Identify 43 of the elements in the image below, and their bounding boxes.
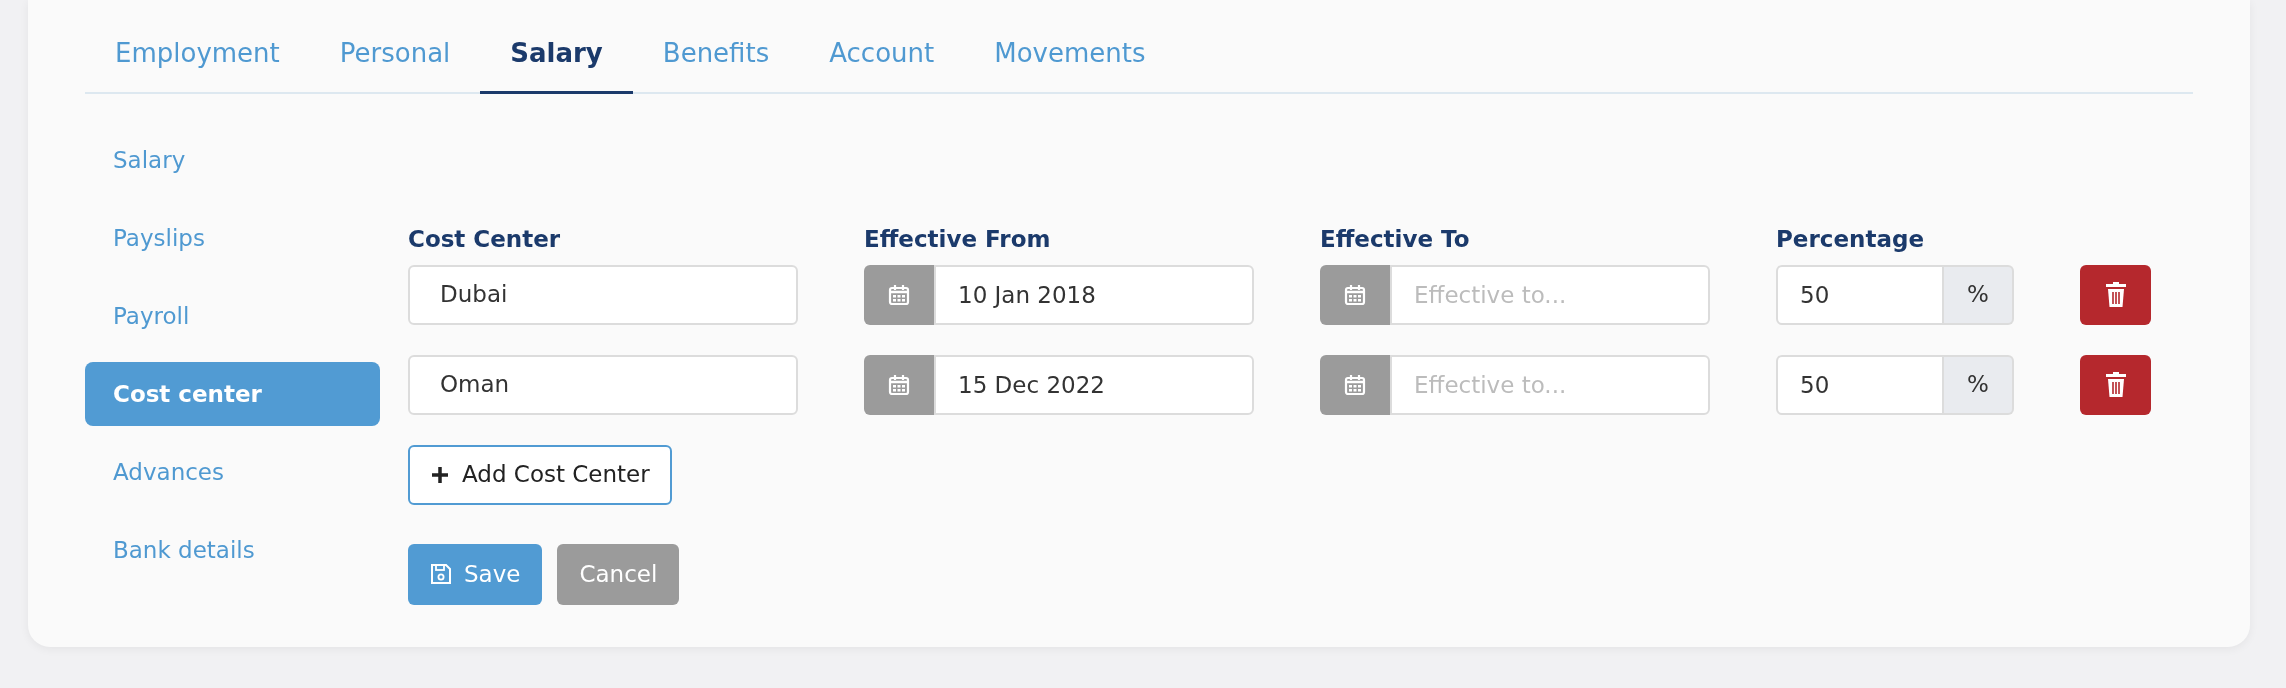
cost-center-select[interactable]: Oman: [408, 354, 798, 415]
trash-icon: [2104, 281, 2127, 308]
calendar-button[interactable]: [1320, 264, 1390, 325]
delete-button[interactable]: [2080, 264, 2151, 325]
delete-button[interactable]: [2080, 354, 2151, 415]
date-field[interactable]: Effective to...: [1390, 354, 1710, 415]
add-cost-center-button[interactable]: Add Cost Center: [408, 444, 672, 505]
tab[interactable]: Movements: [964, 34, 1176, 94]
sidebar-item[interactable]: Cost center: [85, 362, 380, 426]
calendar-icon: [1344, 373, 1366, 396]
calendar-icon: [1344, 283, 1366, 306]
cost-center-select[interactable]: Dubai: [408, 264, 798, 325]
percentage-field[interactable]: 50: [1776, 264, 1944, 325]
tab[interactable]: Benefits: [632, 34, 800, 94]
sidebar-item[interactable]: Payroll: [85, 284, 380, 348]
tab[interactable]: Employment: [85, 34, 310, 94]
sidebar-item[interactable]: Payslips: [85, 206, 380, 270]
percent-label: %: [1944, 354, 2014, 415]
cancel-button[interactable]: Cancel: [557, 543, 680, 605]
sidebar-item[interactable]: Bank details: [85, 518, 380, 582]
column-header: Cost Center: [408, 225, 562, 254]
save-icon: [430, 563, 452, 585]
tab[interactable]: Salary: [480, 34, 633, 94]
save-button[interactable]: Save: [408, 543, 543, 605]
sidebar-item[interactable]: Advances: [85, 440, 380, 504]
date-field[interactable]: Effective to...: [1390, 264, 1710, 325]
calendar-icon: [888, 283, 910, 306]
tab[interactable]: Account: [799, 34, 965, 94]
percent-label: %: [1944, 264, 2014, 325]
column-header: Effective To: [1320, 225, 1471, 254]
calendar-button[interactable]: [864, 264, 934, 325]
sidebar-item[interactable]: Salary: [85, 128, 380, 192]
date-field[interactable]: 10 Jan 2018: [934, 264, 1254, 325]
tab[interactable]: Personal: [309, 34, 481, 94]
calendar-button[interactable]: [864, 354, 934, 415]
calendar-button[interactable]: [1320, 354, 1390, 415]
date-field[interactable]: 15 Dec 2022: [934, 354, 1254, 415]
column-header: Effective From: [864, 225, 1052, 254]
percentage-field[interactable]: 50: [1776, 354, 1944, 415]
trash-icon: [2104, 371, 2127, 398]
column-header: Percentage: [1776, 225, 1925, 254]
plus-icon: [430, 464, 450, 485]
calendar-icon: [888, 373, 910, 396]
